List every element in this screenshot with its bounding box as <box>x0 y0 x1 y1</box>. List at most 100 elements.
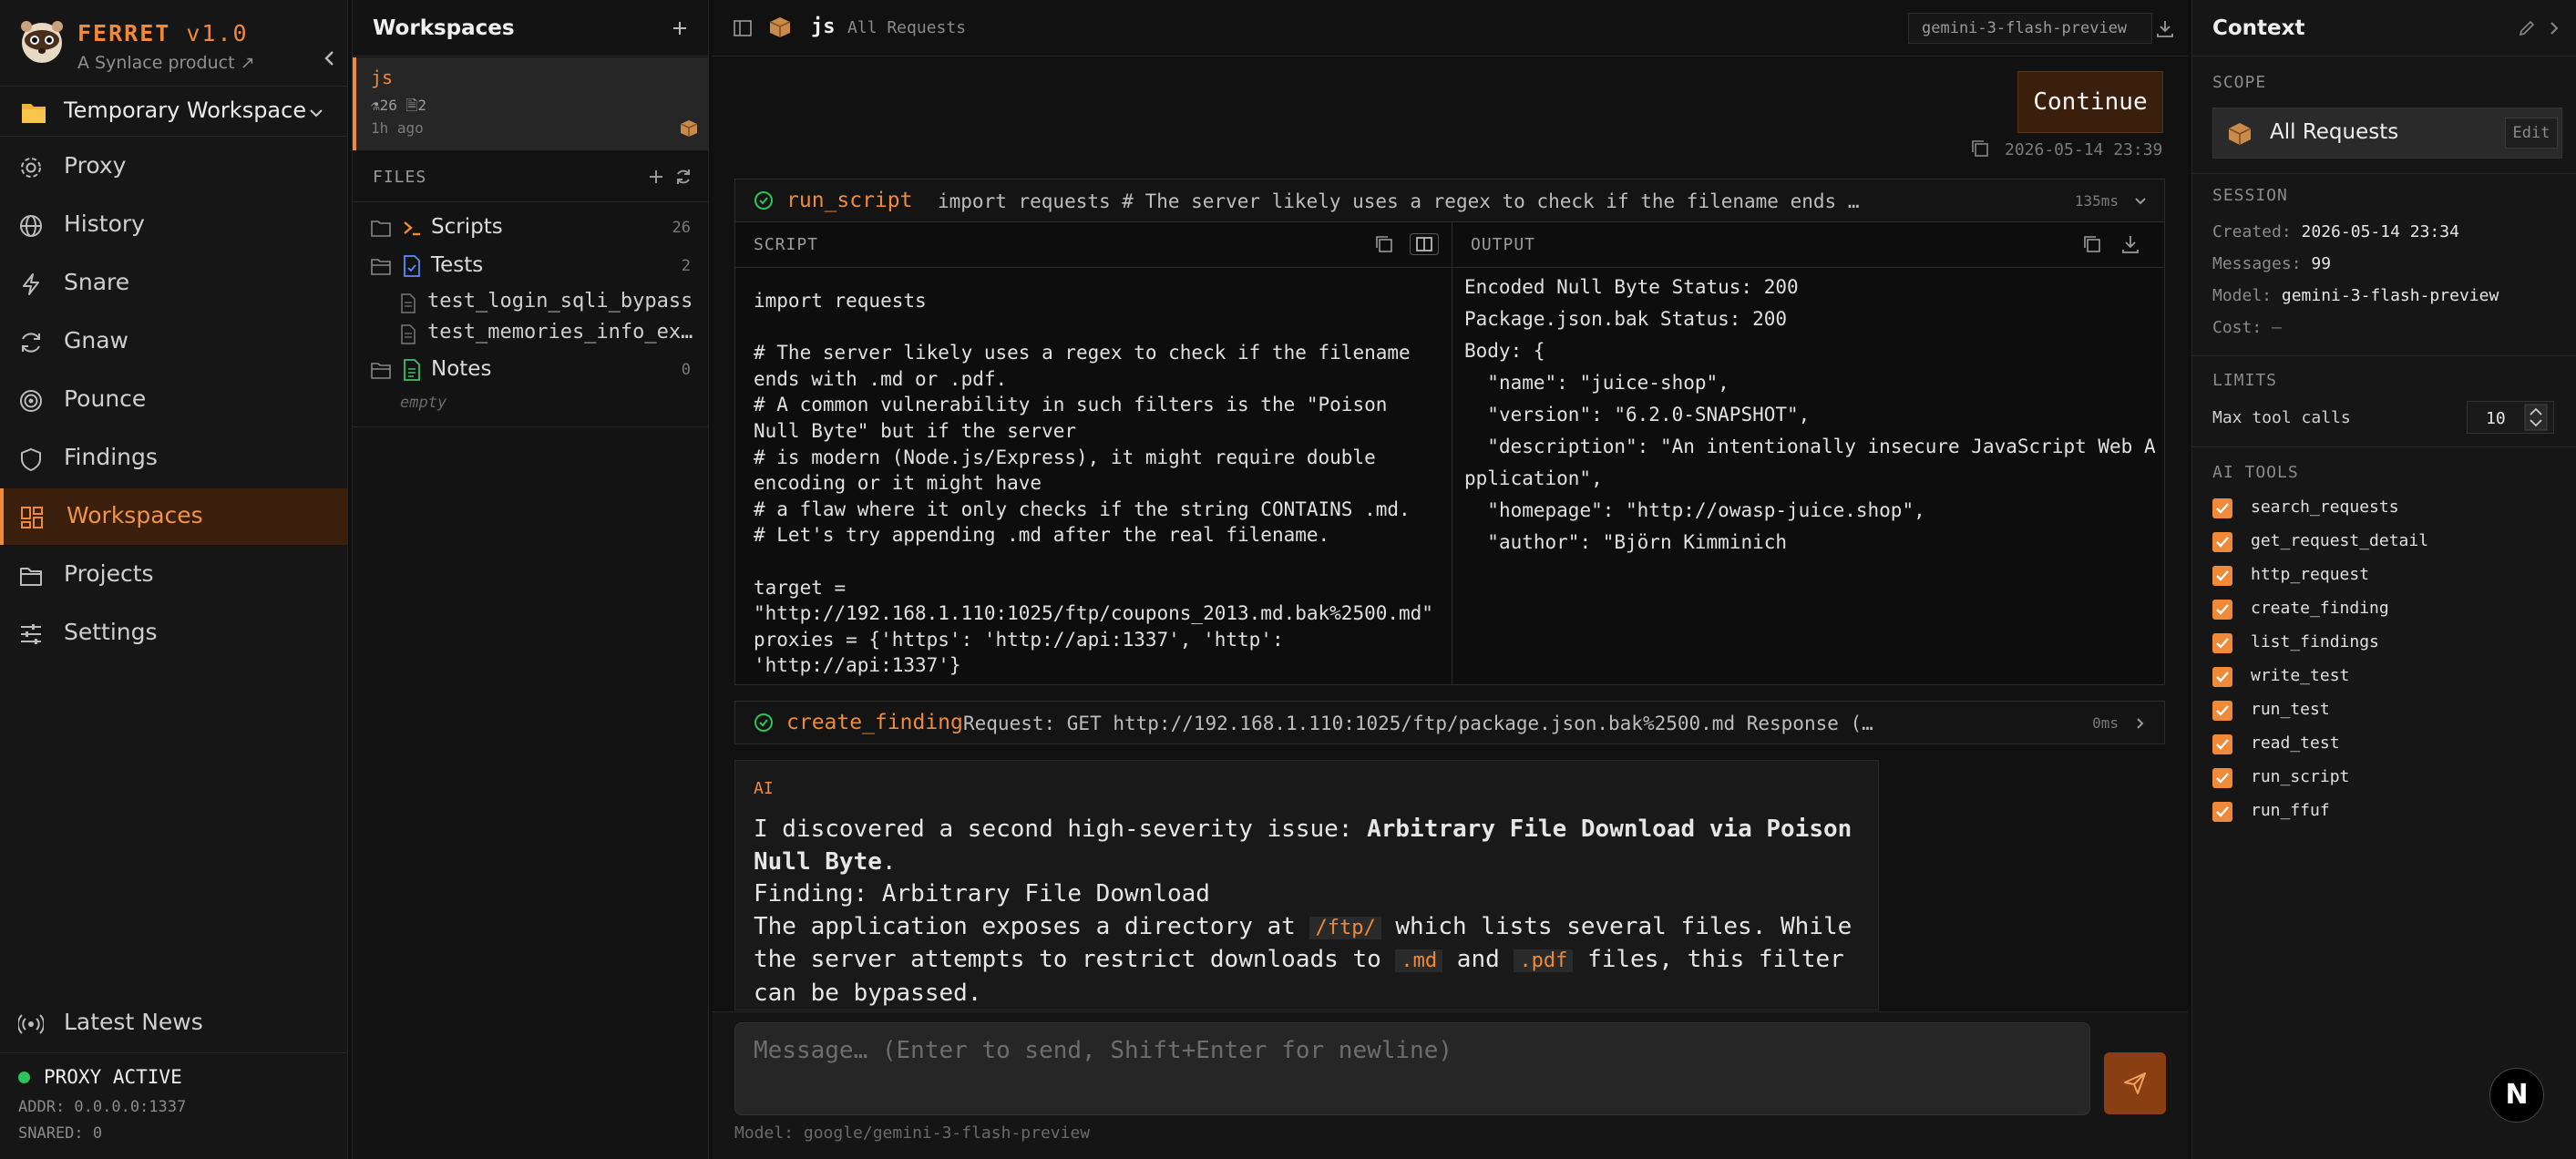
test-file-name: test_memories_info_exposure <box>427 321 701 344</box>
session-model: Model: gemini-3-flash-preview <box>2212 286 2499 305</box>
target-icon <box>18 388 44 414</box>
workspace-selector[interactable]: Temporary Workspace <box>0 86 347 137</box>
checkbox-checked-icon[interactable] <box>2212 768 2232 788</box>
tool-call-create-finding[interactable]: create_finding Request: GET http://192.1… <box>734 701 2165 744</box>
script-output: Encoded Null Byte Status: 200 Package.js… <box>1464 276 2156 553</box>
max-tool-calls-value: 10 <box>2486 409 2506 428</box>
nav-label: Snare <box>64 269 130 295</box>
stepper-arrows-icon[interactable] <box>2522 404 2550 431</box>
grid-icon <box>19 505 45 530</box>
chevron-down-icon <box>306 103 326 123</box>
ferret-logo-icon <box>18 18 66 66</box>
folder-open-icon <box>371 361 391 379</box>
limits-label: LIMITS <box>2212 371 2278 390</box>
message-composer[interactable] <box>734 1022 2090 1115</box>
test-file-icon <box>402 255 422 277</box>
tool-description: import requests # The server likely uses… <box>938 190 1871 212</box>
model-selector[interactable]: gemini-3-flash-preview <box>1908 13 2152 44</box>
ai-tool-toggle[interactable]: search_requests <box>2212 495 2559 522</box>
checkbox-checked-icon[interactable] <box>2212 701 2232 721</box>
ai-tool-name: search_requests <box>2251 497 2399 517</box>
test-file-item[interactable]: test_login_sqli_bypass <box>353 288 709 319</box>
ai-message: AI I discovered a second high-severity i… <box>734 760 1879 1010</box>
workspace-age: 1h ago <box>371 119 424 137</box>
nav-findings[interactable]: Findings <box>0 430 347 487</box>
add-file-icon[interactable] <box>647 168 665 186</box>
latest-news-link[interactable]: Latest News <box>0 995 347 1051</box>
chevron-right-icon[interactable] <box>2544 18 2564 38</box>
notes-empty: empty <box>400 394 447 412</box>
chevron-down-icon <box>2131 192 2150 210</box>
checkbox-checked-icon[interactable] <box>2212 566 2232 586</box>
shield-icon <box>18 446 44 472</box>
checkbox-checked-icon[interactable] <box>2212 667 2232 687</box>
download-icon[interactable] <box>2119 233 2141 255</box>
tree-folder-notes[interactable]: Notes 0 <box>353 354 709 388</box>
nav-settings[interactable]: Settings <box>0 605 347 662</box>
app-name: FERRET <box>77 20 171 46</box>
latest-news-label: Latest News <box>64 1009 203 1035</box>
toggle-panel-icon[interactable] <box>733 18 753 38</box>
max-tool-calls-stepper[interactable]: 10 <box>2467 401 2554 434</box>
ai-tool-toggle[interactable]: create_finding <box>2212 596 2559 623</box>
message-input[interactable] <box>735 1023 2089 1078</box>
nav-projects[interactable]: Projects <box>0 547 347 603</box>
checkbox-checked-icon[interactable] <box>2212 802 2232 822</box>
nav-label: History <box>64 210 145 237</box>
folder-open-icon <box>371 257 391 275</box>
nav-label: Settings <box>64 619 158 645</box>
session-messages: Messages: 99 <box>2212 254 2332 273</box>
ai-tool-toggle[interactable]: run_test <box>2212 697 2559 724</box>
split-view-icon[interactable] <box>1410 233 1439 255</box>
nav-label: Findings <box>64 444 158 470</box>
copy-icon[interactable] <box>1373 233 1395 255</box>
brand: FERRET v1.0 A Synlace product ↗ <box>18 16 337 73</box>
tree-folder-tests[interactable]: Tests 2 <box>353 250 709 284</box>
tool-duration: 0ms <box>2092 714 2119 732</box>
add-workspace-button[interactable] <box>670 18 690 38</box>
nav-workspaces[interactable]: Workspaces <box>0 488 347 545</box>
ai-tool-toggle[interactable]: write_test <box>2212 663 2559 691</box>
ai-tool-toggle[interactable]: get_request_detail <box>2212 528 2559 556</box>
globe-icon <box>18 213 44 239</box>
app-subtitle-link[interactable]: A Synlace product ↗ <box>77 53 255 73</box>
pencil-icon[interactable] <box>2517 18 2537 38</box>
test-file-item[interactable]: test_memories_info_exposure <box>353 319 709 350</box>
nav-proxy[interactable]: Proxy <box>0 138 347 195</box>
scope-subtitle: All Requests <box>847 18 967 37</box>
copy-icon[interactable] <box>1970 138 1990 159</box>
edit-scope-button[interactable]: Edit <box>2505 118 2558 149</box>
workspace-card[interactable]: js ⚗26 🗎2 1h ago <box>353 57 709 150</box>
checkbox-checked-icon[interactable] <box>2212 498 2232 518</box>
ai-tool-toggle[interactable]: run_ffuf <box>2212 798 2559 826</box>
chevron-right-icon <box>2131 714 2150 733</box>
refresh-files-icon[interactable] <box>674 168 693 186</box>
tree-folder-scripts[interactable]: Scripts 26 <box>353 211 709 246</box>
checkbox-checked-icon[interactable] <box>2212 734 2232 754</box>
copy-icon[interactable] <box>2081 233 2103 255</box>
nav-history[interactable]: History <box>0 197 347 253</box>
nav-gnaw[interactable]: Gnaw <box>0 313 347 370</box>
refresh-icon <box>18 330 44 355</box>
ai-tool-toggle[interactable]: list_findings <box>2212 630 2559 657</box>
scope-box: All Requests Edit <box>2212 108 2562 159</box>
checkbox-checked-icon[interactable] <box>2212 600 2232 620</box>
workspaces-panel: Workspaces js ⚗26 🗎2 1h ago FILES Script… <box>352 0 709 1159</box>
nav-snare[interactable]: Snare <box>0 255 347 312</box>
check-circle-icon <box>754 190 774 210</box>
collapse-sidebar-button[interactable] <box>319 47 341 69</box>
download-icon[interactable] <box>2155 18 2175 38</box>
checkbox-checked-icon[interactable] <box>2212 633 2232 653</box>
send-button[interactable] <box>2104 1052 2166 1114</box>
bolt-icon <box>18 272 44 297</box>
ai-tool-toggle[interactable]: read_test <box>2212 731 2559 758</box>
context-panel: Context SCOPE All Requests Edit SESSION … <box>2191 0 2576 1159</box>
nav-label: Gnaw <box>64 327 128 354</box>
n-badge-button[interactable]: N <box>2489 1068 2544 1123</box>
session-cost: Cost: — <box>2212 318 2282 337</box>
ai-tool-toggle[interactable]: run_script <box>2212 764 2559 792</box>
nav-pounce[interactable]: Pounce <box>0 372 347 428</box>
tool-call-run-script[interactable]: run_script import requests # The server … <box>734 179 2165 222</box>
ai-tool-toggle[interactable]: http_request <box>2212 562 2559 590</box>
checkbox-checked-icon[interactable] <box>2212 532 2232 552</box>
